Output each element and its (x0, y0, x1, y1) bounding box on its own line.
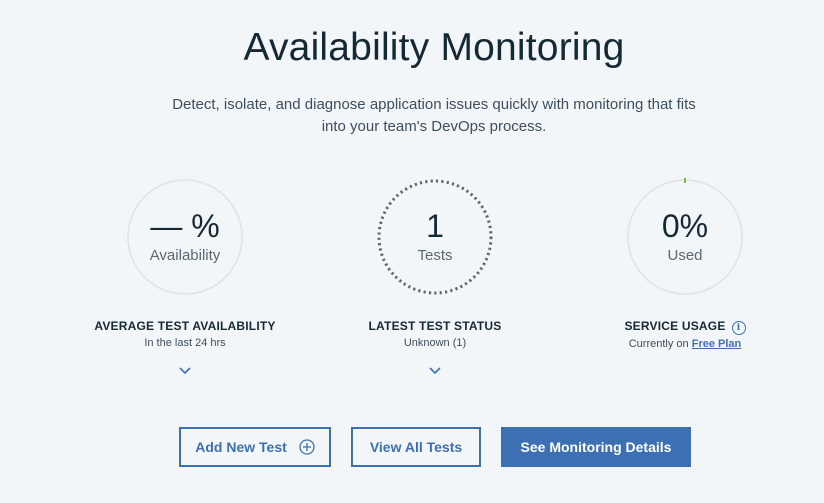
tests-label: Tests (417, 247, 453, 264)
info-icon[interactable]: i (731, 321, 746, 335)
add-new-test-button[interactable]: Add New Test (179, 427, 331, 467)
usage-detail-prefix: Currently on (628, 338, 689, 350)
tests-value: 1 (426, 208, 444, 244)
chevron-down-icon[interactable] (428, 365, 442, 375)
tests-gauge: 1 Tests (376, 178, 494, 296)
usage-metric: 0% Used SERVICE USAGE i Currently on Free… (565, 178, 805, 352)
tests-detail: Unknown (1) (403, 337, 467, 349)
usage-gauge: 0% Used (626, 178, 744, 296)
usage-detail: Currently on Free Plan (565, 336, 805, 352)
usage-heading-text: SERVICE USAGE (624, 319, 726, 333)
page-subtitle: Detect, isolate, and diagnose applicatio… (172, 96, 696, 135)
usage-heading: SERVICE USAGE i (565, 318, 805, 335)
see-monitoring-details-label: See Monitoring Details (520, 439, 672, 455)
availability-metric: — % Availability AVERAGE TEST AVAILABILI… (65, 178, 305, 375)
free-plan-link[interactable]: Free Plan (692, 338, 742, 350)
usage-value: 0% (661, 208, 709, 244)
availability-label: Availability (149, 247, 221, 264)
view-all-tests-button[interactable]: View All Tests (351, 427, 481, 467)
add-new-test-label: Add New Test (195, 439, 287, 455)
see-monitoring-details-button[interactable]: See Monitoring Details (501, 427, 691, 467)
plus-circle-icon (299, 439, 315, 455)
page-title: Availability Monitoring (243, 26, 625, 69)
chevron-down-icon[interactable] (178, 365, 192, 375)
tests-metric: 1 Tests LATEST TEST STATUS Unknown (1) (315, 178, 555, 375)
usage-label: Used (667, 247, 703, 264)
view-all-tests-label: View All Tests (369, 439, 463, 455)
tests-heading: LATEST TEST STATUS (368, 319, 502, 333)
availability-heading: AVERAGE TEST AVAILABILITY (94, 319, 276, 333)
availability-detail: In the last 24 hrs (144, 337, 226, 349)
availability-gauge: — % Availability (126, 178, 244, 296)
availability-value: — % (150, 208, 220, 244)
